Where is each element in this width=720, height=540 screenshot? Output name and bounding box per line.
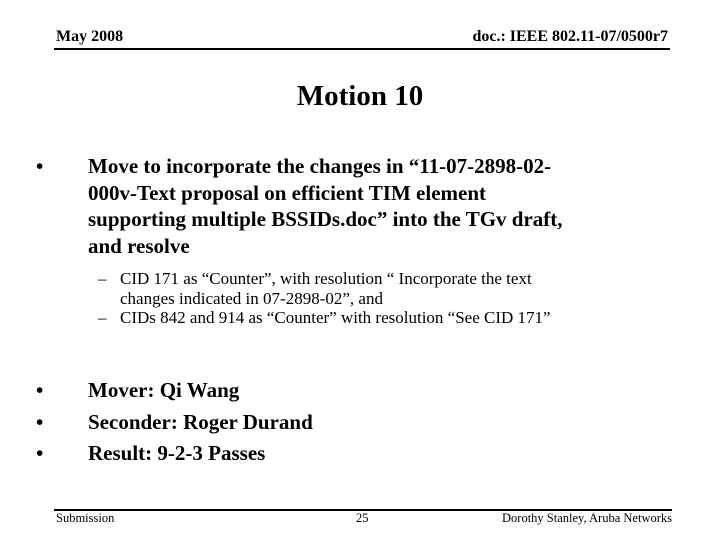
sub-bullet: – CID 171 as “Counter”, with resolution …	[98, 269, 658, 308]
main-bullet-line: and resolve	[88, 233, 190, 258]
bullet-symbol: •	[36, 409, 44, 434]
footer-page-number: 25	[356, 511, 369, 525]
header-rule	[54, 48, 670, 50]
sub-bullet-list: – CID 171 as “Counter”, with resolution …	[98, 269, 658, 328]
sub-bullet-text: CIDs 842 and 914 as “Counter” with resol…	[120, 308, 551, 328]
main-bullet-line: 000v-Text proposal on efficient TIM elem…	[88, 180, 486, 205]
sub-bullet-line: CID 171 as “Counter”, with resolution “ …	[120, 269, 532, 288]
bullet-symbol: •	[36, 441, 44, 465]
sub-bullet-line: changes indicated in 07-2898-02”, and	[120, 288, 383, 308]
footer-author: Dorothy Stanley, Aruba Networks	[502, 511, 672, 525]
slide-title: Motion 10	[296, 80, 424, 112]
sub-bullet-text: CID 171 as “Counter”, with resolution “ …	[120, 269, 532, 308]
main-bullet: • Move to incorporate the changes in “11…	[32, 153, 682, 259]
dash-symbol: –	[98, 308, 107, 327]
header-date: May 2008	[56, 28, 124, 45]
footer-submission: Submission	[56, 511, 115, 525]
result-text: Result: 9-2-3 Passes	[88, 441, 266, 465]
result-item-seconder: • Seconder: Roger Durand	[32, 407, 313, 439]
bullet-symbol: •	[36, 378, 44, 402]
main-bullet-line: Move to incorporate the changes in “11-0…	[88, 154, 552, 178]
sub-bullet: – CIDs 842 and 914 as “Counter” with res…	[98, 308, 658, 328]
dash-symbol: –	[98, 269, 107, 288]
main-bullet-text: Move to incorporate the changes in “11-0…	[88, 153, 563, 259]
header-doc-id: doc.: IEEE 802.11-07/0500r7	[472, 28, 668, 45]
result-list: • Mover: Qi Wang • Seconder: Roger Duran…	[32, 375, 313, 470]
result-text: Seconder: Roger Durand	[88, 409, 313, 434]
bullet-symbol: •	[36, 154, 44, 178]
main-bullet-line: supporting multiple BSSIDs.doc” into the…	[88, 207, 563, 231]
result-item-result: • Result: 9-2-3 Passes	[32, 438, 313, 470]
result-item-mover: • Mover: Qi Wang	[32, 375, 313, 407]
sub-bullet-line: CIDs 842 and 914 as “Counter” with resol…	[120, 308, 551, 327]
result-text: Mover: Qi Wang	[88, 378, 240, 402]
